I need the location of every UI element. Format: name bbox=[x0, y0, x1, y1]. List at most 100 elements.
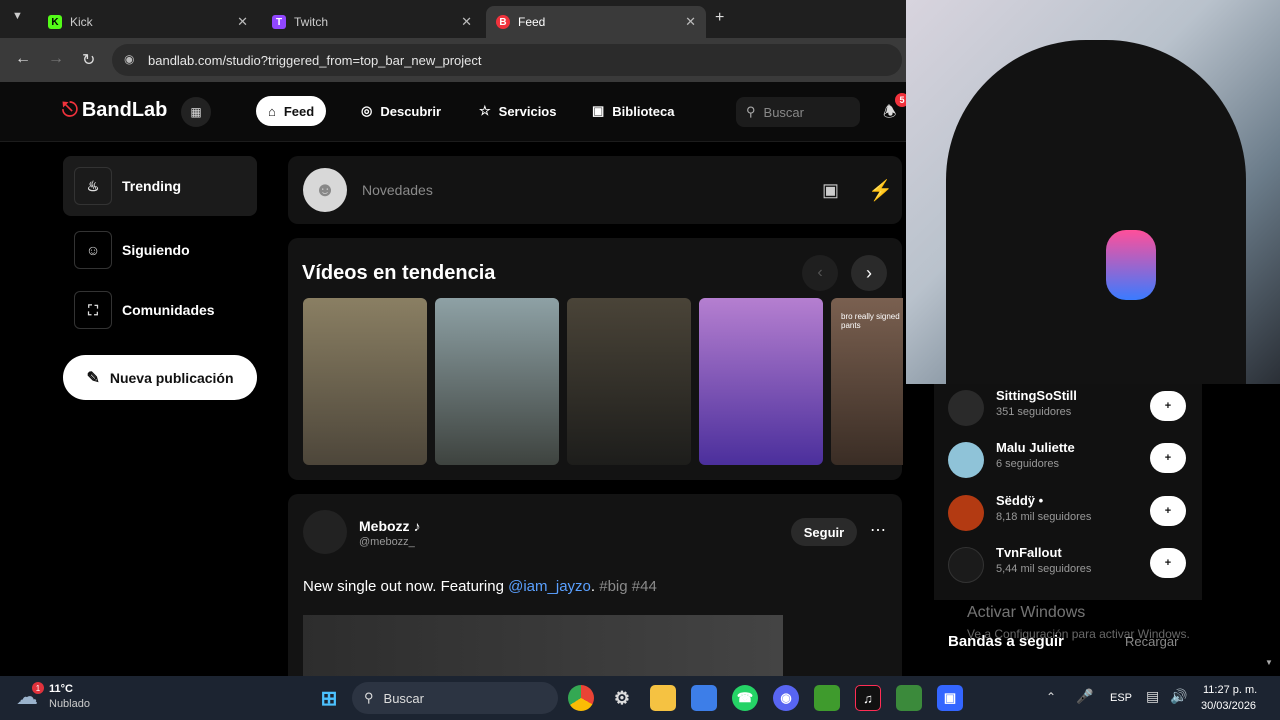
more-options-icon[interactable]: ⋯ bbox=[870, 520, 886, 540]
microphone-icon[interactable]: 🎤 bbox=[1076, 688, 1093, 705]
taskbar-search[interactable]: ⚲ Buscar bbox=[352, 682, 558, 714]
grid-icon: ▦ bbox=[190, 105, 202, 119]
follow-user-button[interactable]: + bbox=[1150, 496, 1186, 526]
suggestion-item[interactable]: Sëddÿ • 8,18 mil seguidores + bbox=[946, 489, 1196, 537]
post-mention-link[interactable]: @iam_jayzo bbox=[508, 578, 591, 595]
settings-app-icon[interactable]: ⚙ bbox=[609, 685, 635, 711]
video-thumbnail[interactable]: bro really signed pants bbox=[831, 298, 903, 465]
follow-user-button[interactable]: + bbox=[1150, 391, 1186, 421]
star-icon: ☆ bbox=[479, 103, 491, 118]
store-icon[interactable] bbox=[691, 685, 717, 711]
suggestion-item[interactable]: TvnFallout 5,44 mil seguidores + bbox=[946, 541, 1196, 589]
back-icon[interactable]: ← bbox=[15, 50, 31, 68]
activate-windows-sub: Ve a Configuración para activar Windows. bbox=[967, 627, 1190, 641]
discord-icon[interactable]: ◉ bbox=[773, 685, 799, 711]
bandlab-logo-icon: ⎋ bbox=[62, 99, 78, 121]
composer-input[interactable]: Novedades bbox=[362, 182, 433, 198]
flame-icon: ♨ bbox=[74, 167, 112, 205]
post-text-period: . bbox=[590, 578, 596, 595]
follow-button[interactable]: Seguir bbox=[791, 518, 857, 546]
new-post-button[interactable]: ✎ Nueva publicación bbox=[63, 355, 257, 400]
library-icon: ▣ bbox=[592, 103, 605, 118]
network-icon[interactable]: ▤ bbox=[1146, 688, 1159, 705]
close-tab-icon[interactable]: ✕ bbox=[685, 14, 696, 30]
chevron-right-icon: › bbox=[866, 262, 872, 283]
nav-servicios[interactable]: ☆ Servicios bbox=[467, 96, 568, 126]
nav-descubrir-label: Descubrir bbox=[380, 103, 442, 119]
whatsapp-icon[interactable]: ☎ bbox=[732, 685, 758, 711]
sidebar-item-siguiendo[interactable]: ☺ Siguiendo bbox=[63, 220, 257, 280]
nav-feed[interactable]: ⌂ Feed bbox=[256, 96, 327, 126]
minecraft-icon[interactable] bbox=[814, 685, 840, 711]
weather-widget[interactable]: ☁ 1 11°C Nublado bbox=[16, 682, 136, 714]
close-tab-icon[interactable]: ✕ bbox=[461, 14, 472, 30]
nav-biblioteca[interactable]: ▣ Biblioteca bbox=[580, 96, 686, 126]
url-field[interactable]: ◉ bandlab.com/studio?triggered_from=top_… bbox=[112, 44, 902, 76]
forward-icon[interactable]: → bbox=[48, 50, 64, 68]
suggestion-name: Malu Juliette bbox=[996, 440, 1075, 455]
bandlab-logo[interactable]: ⎋ BandLab bbox=[62, 99, 167, 122]
avatar bbox=[948, 390, 984, 426]
video-thumbnail[interactable] bbox=[567, 298, 691, 465]
nav-biblioteca-label: Biblioteca bbox=[612, 103, 675, 119]
carousel-next-button[interactable]: › bbox=[851, 255, 887, 291]
chevron-up-icon[interactable]: ⌃ bbox=[1046, 690, 1056, 704]
volume-icon[interactable]: 🔊 bbox=[1170, 688, 1187, 705]
post-author-handle: @mebozz_ bbox=[359, 536, 415, 548]
suggestion-item[interactable]: Malu Juliette 6 seguidores + bbox=[946, 436, 1196, 484]
start-icon[interactable]: ⊞ bbox=[316, 685, 342, 711]
tab-kick[interactable]: K Kick ✕ bbox=[38, 6, 258, 38]
scroll-down-icon[interactable]: ▼ bbox=[1265, 658, 1273, 667]
image-icon[interactable]: ▣ bbox=[822, 180, 839, 201]
follow-user-button[interactable]: + bbox=[1150, 548, 1186, 578]
video-thumbnail[interactable] bbox=[303, 298, 427, 465]
file-explorer-icon[interactable] bbox=[650, 685, 676, 711]
video-thumbnail[interactable] bbox=[435, 298, 559, 465]
reload-icon[interactable]: ↻ bbox=[82, 50, 95, 70]
roblox-icon[interactable]: ▣ bbox=[937, 685, 963, 711]
taskbar-search-label: Buscar bbox=[383, 690, 424, 706]
sidebar-item-trending[interactable]: ♨ Trending bbox=[63, 156, 257, 216]
kick-favicon-icon: K bbox=[48, 15, 62, 29]
suggestion-name: SittingSoStill bbox=[996, 388, 1077, 403]
chrome-icon[interactable] bbox=[568, 685, 594, 711]
clock-time[interactable]: 11:27 p. m. bbox=[1203, 684, 1257, 696]
close-tab-icon[interactable]: ✕ bbox=[237, 14, 248, 30]
nav-descubrir[interactable]: ◎ Descubrir bbox=[349, 96, 453, 126]
bell-icon[interactable]: 🕭 bbox=[883, 102, 896, 127]
nav-feed-label: Feed bbox=[283, 103, 315, 119]
people-icon: ☺ bbox=[74, 231, 112, 269]
lightning-icon[interactable]: ⚡ bbox=[868, 178, 893, 203]
add-user-icon: + bbox=[1164, 557, 1172, 569]
search-icon: ⚲ bbox=[364, 690, 374, 705]
post-hashtags[interactable]: #big #44 bbox=[599, 578, 657, 595]
nav-servicios-label: Servicios bbox=[498, 103, 557, 119]
post-card: Mebozz ♪ @mebozz_ Seguir ⋯ New single ou… bbox=[288, 494, 902, 676]
site-info-icon[interactable]: ◉ bbox=[124, 52, 134, 66]
video-thumbnail[interactable] bbox=[699, 298, 823, 465]
apps-grid-button[interactable]: ▦ bbox=[181, 97, 211, 127]
chevron-left-icon: ‹ bbox=[817, 264, 823, 281]
tab-feed[interactable]: B Feed ✕ bbox=[486, 6, 706, 38]
new-tab-icon[interactable]: + bbox=[715, 9, 724, 27]
microphone bbox=[1106, 230, 1156, 300]
tab-twitch[interactable]: T Twitch ✕ bbox=[262, 6, 482, 38]
post-text: New single out now. Featuring @iam_jayzo… bbox=[303, 578, 657, 595]
app-icon[interactable] bbox=[896, 685, 922, 711]
language-indicator[interactable]: ESP bbox=[1110, 692, 1132, 704]
carousel-prev-button[interactable]: ‹ bbox=[802, 255, 838, 291]
suggestion-item[interactable]: SittingSoStill 351 seguidores + bbox=[946, 384, 1196, 432]
clock-date[interactable]: 30/03/2026 bbox=[1201, 700, 1256, 712]
search-input[interactable]: ⚲ Buscar bbox=[736, 97, 860, 127]
post-media[interactable] bbox=[303, 615, 783, 676]
follow-user-button[interactable]: + bbox=[1150, 443, 1186, 473]
scrollbar[interactable]: ▼ bbox=[1264, 384, 1274, 676]
add-user-icon: + bbox=[1164, 505, 1172, 517]
tiktok-icon[interactable]: ♫ bbox=[855, 685, 881, 711]
follow-button-label: Seguir bbox=[803, 524, 845, 540]
tab-list-icon[interactable]: ▼ bbox=[12, 10, 23, 22]
weather-alert-badge: 1 bbox=[32, 682, 44, 694]
post-author-name[interactable]: Mebozz ♪ bbox=[359, 518, 420, 534]
sidebar-item-comunidades[interactable]: ⛶ Comunidades bbox=[63, 280, 257, 340]
post-author-avatar[interactable] bbox=[303, 510, 347, 554]
